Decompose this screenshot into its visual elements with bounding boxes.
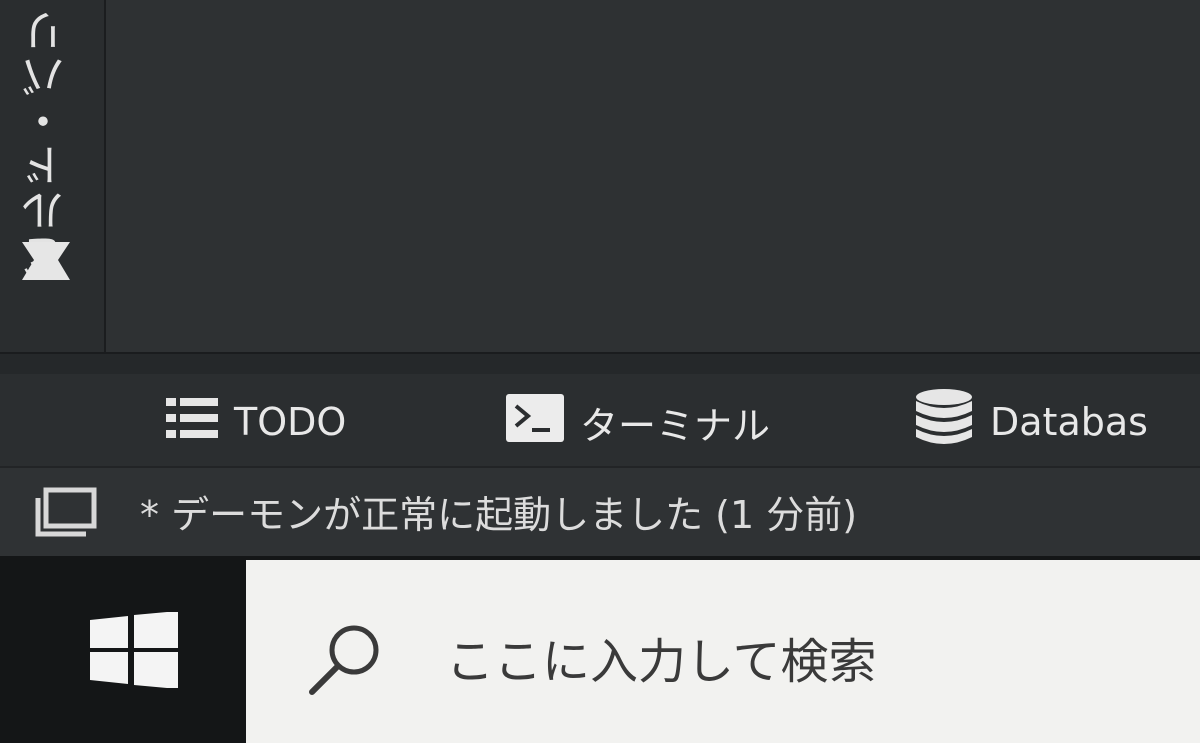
database-tool-button[interactable]: Databas [912,388,1148,452]
search-icon [304,622,384,702]
terminal-tool-label: ターミナル [580,403,771,448]
database-tool-label: Databas [990,400,1148,444]
todo-tool-label: TODO [234,400,347,444]
editor-area[interactable] [106,0,1200,372]
left-tool-stripe: ビルド・バリ [0,0,106,352]
terminal-icon [504,392,566,453]
status-message[interactable]: * デーモンが正常に起動しました (1 分前) [140,484,857,539]
windows-start-icon[interactable] [88,611,180,692]
list-icon [164,394,220,451]
todo-tool-button[interactable]: TODO [164,392,346,452]
taskbar-search-box[interactable]: ここに入力して検索 [246,560,1200,743]
search-placeholder: ここに入力して検索 [446,634,877,690]
status-bar: * デーモンが正常に起動しました (1 分前) [0,466,1200,558]
build-variants-icon [18,238,74,288]
window-toggle-icon[interactable] [34,486,98,542]
tool-window-bar: TODO ターミナル Databas [0,374,1200,466]
ide-editor-region: ビルド・バリ [0,0,1200,372]
terminal-tool-button[interactable]: ターミナル [504,392,770,452]
windows-taskbar: ここに入力して検索 [0,556,1200,743]
database-icon [912,387,976,458]
tool-window-divider[interactable] [0,352,1200,374]
